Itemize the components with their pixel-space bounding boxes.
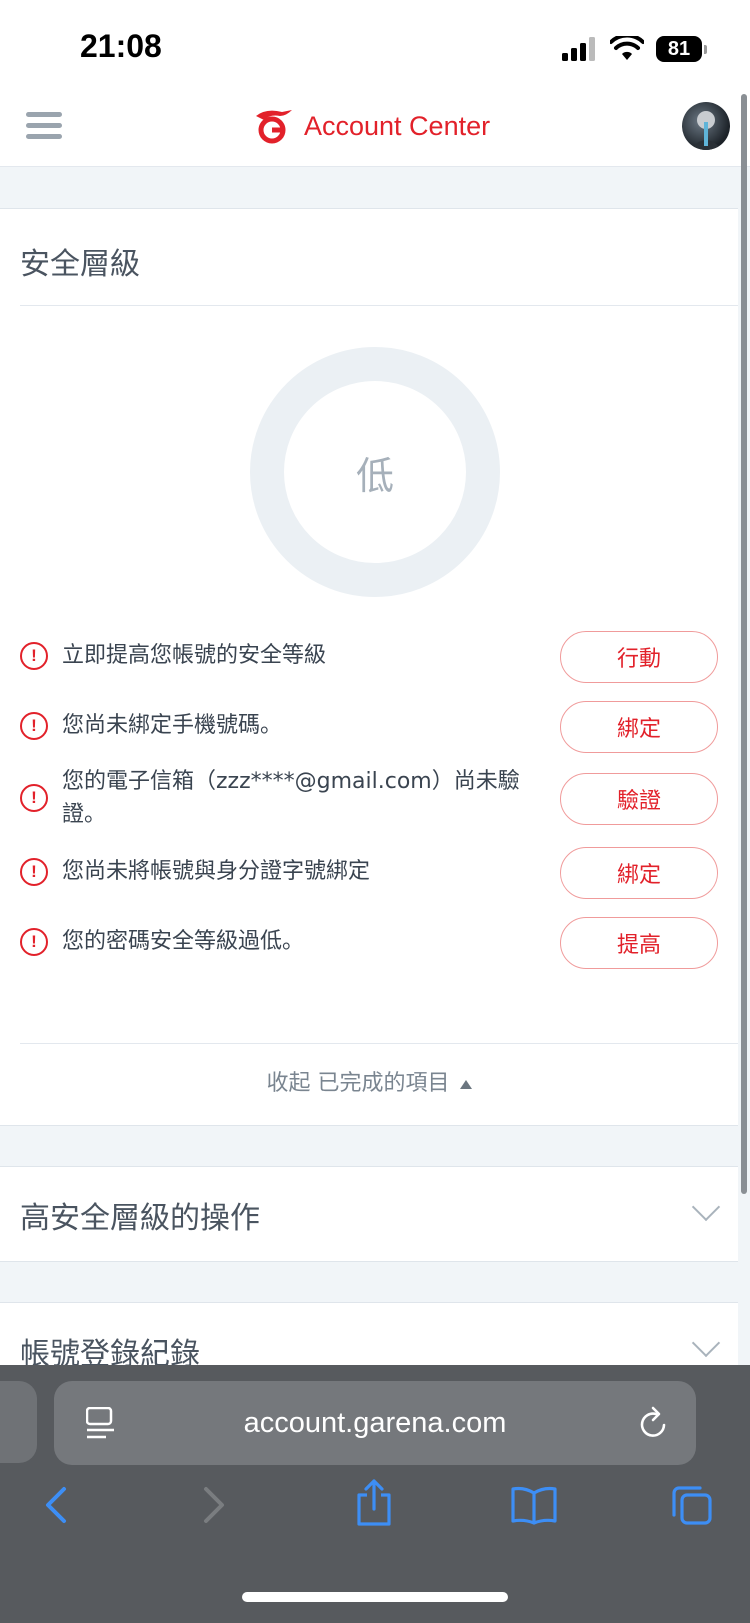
collapse-completed-toggle[interactable]: 收起 已完成的項目 <box>0 1065 738 1097</box>
task-text: 您尚未將帳號與身分證字號綁定 <box>62 859 371 884</box>
address-bar[interactable]: account.garena.com <box>54 1381 696 1465</box>
cellular-signal-icon <box>562 37 595 61</box>
status-bar: 21:08 81 <box>0 0 750 90</box>
task-text: 您尚未綁定手機號碼。 <box>62 713 283 738</box>
hamburger-menu-icon[interactable] <box>26 112 62 144</box>
task-row: ! 您的電子信箱（zzz****@gmail.com）尚未驗證。 驗證 <box>20 765 738 831</box>
alert-icon: ! <box>20 711 48 740</box>
divider <box>20 305 738 306</box>
improve-password-button[interactable]: 提高 <box>560 917 718 969</box>
section-title: 高安全層級的操作 <box>20 1201 260 1236</box>
task-row: ! 您尚未將帳號與身分證字號綁定 綁定 <box>20 847 738 899</box>
status-icons: 81 <box>562 34 707 64</box>
forward-icon[interactable] <box>200 1485 228 1525</box>
browser-bar: account.garena.com <box>0 1365 750 1623</box>
reload-icon[interactable] <box>638 1405 670 1441</box>
task-row: ! 您尚未綁定手機號碼。 綁定 <box>20 701 738 753</box>
task-row: ! 您的密碼安全等級過低。 提高 <box>20 917 738 969</box>
url-text: account.garena.com <box>243 1406 507 1439</box>
alert-icon: ! <box>20 927 48 956</box>
battery-indicator: 81 <box>656 36 707 62</box>
alert-icon: ! <box>20 784 48 812</box>
avatar-image <box>690 111 722 150</box>
security-level-ring: 低 <box>250 347 500 597</box>
security-level-value: 低 <box>355 453 394 498</box>
status-time: 21:08 <box>80 28 162 64</box>
tabs-icon[interactable] <box>670 1485 714 1527</box>
browser-toolbar <box>0 1479 750 1565</box>
user-avatar[interactable] <box>682 102 730 150</box>
action-button[interactable]: 行動 <box>560 631 718 683</box>
chevron-down-icon <box>691 1192 721 1222</box>
alert-icon: ! <box>20 641 48 670</box>
bind-phone-button[interactable]: 綁定 <box>560 701 718 753</box>
home-indicator[interactable] <box>242 1592 508 1602</box>
task-text: 您的密碼安全等級過低。 <box>62 929 305 954</box>
site-header: Account Center <box>0 90 750 167</box>
chevron-down-icon <box>691 1328 721 1358</box>
divider <box>20 1043 738 1044</box>
brand-title: Account Center <box>304 110 491 141</box>
security-level-title: 安全層級 <box>20 247 140 282</box>
verify-email-button[interactable]: 驗證 <box>560 773 718 825</box>
bookmarks-icon[interactable] <box>510 1485 558 1525</box>
share-icon[interactable] <box>354 1479 394 1527</box>
security-level-card: 安全層級 低 ! 立即提高您帳號的安全等級 行動 ! 您尚未綁定手機號碼。 綁定… <box>0 208 738 1126</box>
alert-icon: ! <box>20 857 48 886</box>
task-text: 立即提高您帳號的安全等級 <box>62 643 327 668</box>
task-row: ! 立即提高您帳號的安全等級 行動 <box>20 631 738 683</box>
back-icon[interactable] <box>42 1485 70 1525</box>
collapse-label: 收起 已完成的項目 <box>266 1071 450 1096</box>
bind-id-button[interactable]: 綁定 <box>560 847 718 899</box>
previous-tab[interactable] <box>0 1381 37 1463</box>
wifi-icon <box>610 36 644 60</box>
high-security-operations-section[interactable]: 高安全層級的操作 <box>0 1166 738 1262</box>
task-text: 您的電子信箱（zzz****@gmail.com）尚未驗證。 <box>62 769 520 827</box>
page-scrollbar[interactable] <box>741 94 747 1194</box>
garena-logo-icon <box>256 110 292 144</box>
battery-level: 81 <box>667 37 691 60</box>
caret-up-icon <box>459 1079 472 1089</box>
brand[interactable]: Account Center <box>252 108 490 144</box>
